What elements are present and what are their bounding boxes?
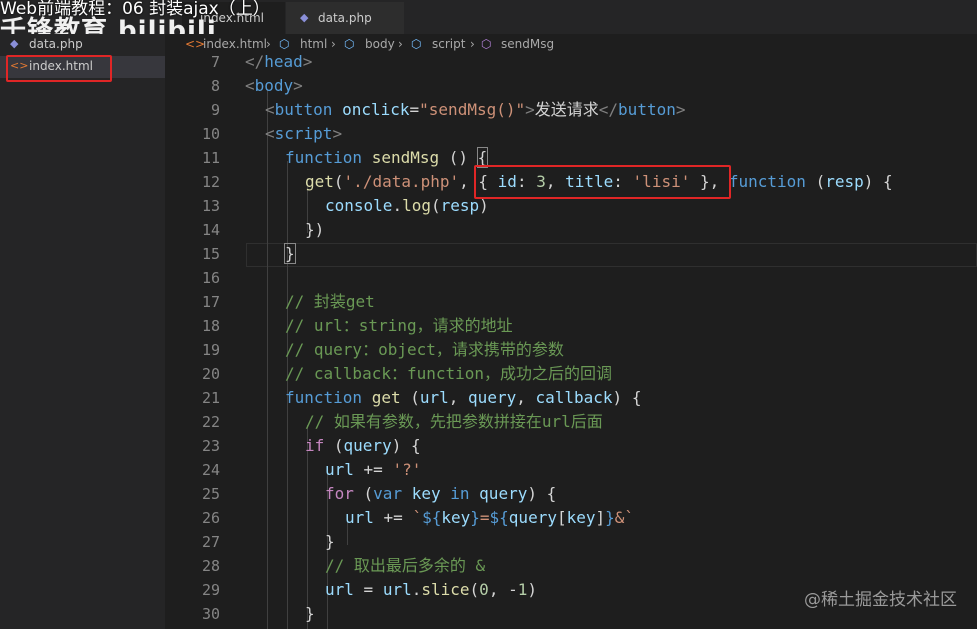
breadcrumb-item-sendmsg[interactable]: sendMsg bbox=[501, 37, 554, 51]
line-text: } bbox=[325, 532, 335, 551]
line-text: // 封装get bbox=[285, 292, 375, 311]
code-line: 24 url += '?' bbox=[165, 458, 977, 482]
line-number: 11 bbox=[201, 149, 220, 167]
line-number: 22 bbox=[201, 413, 220, 431]
line-text: url += '?' bbox=[325, 460, 422, 479]
code-line: 28 // 取出最后多余的 & bbox=[165, 554, 977, 578]
line-text: }) bbox=[305, 220, 325, 239]
line-number: 23 bbox=[201, 437, 220, 455]
line-number: 12 bbox=[201, 173, 220, 191]
line-number: 20 bbox=[201, 365, 220, 383]
code-line: 27 } bbox=[165, 530, 977, 554]
line-text: <button onclick="sendMsg()">发送请求</button… bbox=[265, 100, 686, 119]
code-line: 16 bbox=[165, 266, 977, 290]
chevron-right-icon: › bbox=[470, 37, 475, 51]
sidebar-item-label: data.php bbox=[29, 37, 83, 51]
line-number: 28 bbox=[201, 557, 220, 575]
line-text: // query：object，请求携带的参数 bbox=[285, 340, 564, 359]
line-number: 13 bbox=[201, 197, 220, 215]
line-text: <body> bbox=[245, 76, 303, 95]
code-line: 23 if (query) { bbox=[165, 434, 977, 458]
line-number: 16 bbox=[201, 269, 220, 287]
line-text: } bbox=[305, 604, 315, 623]
line-number: 24 bbox=[201, 461, 220, 479]
code-line: 18 // url：string，请求的地址 bbox=[165, 314, 977, 338]
code-line: 21 function get (url, query, callback) { bbox=[165, 386, 977, 410]
line-text: url = url.slice(0, -1) bbox=[325, 580, 537, 599]
code-line: 7 </head> bbox=[165, 50, 977, 74]
line-text: if (query) { bbox=[305, 436, 421, 455]
code-line: 14 }) bbox=[165, 218, 977, 242]
line-text: function sendMsg () { bbox=[285, 147, 489, 168]
line-number: 25 bbox=[201, 485, 220, 503]
line-text: } bbox=[284, 243, 296, 264]
code-line: 17 // 封装get bbox=[165, 290, 977, 314]
code-editor[interactable]: 7 </head> 8 <body> 9 <button onclick="se… bbox=[165, 52, 977, 629]
code-line: 22 // 如果有参数，先把参数拼接在url后面 bbox=[165, 410, 977, 434]
method-icon: ⬡ bbox=[481, 37, 492, 51]
line-text: url += `${key}=${query[key]}&` bbox=[345, 508, 635, 527]
breadcrumb-item-file[interactable]: index.html bbox=[203, 37, 267, 51]
chevron-right-icon: › bbox=[398, 37, 403, 51]
tab-data-php[interactable]: ◆ data.php bbox=[286, 2, 404, 34]
code-line: 8 <body> bbox=[165, 74, 977, 98]
line-text: <script> bbox=[265, 124, 343, 143]
title-bar: index.html ◆ data.php Web前端教程：06 封装ajax（… bbox=[0, 0, 977, 46]
tab-label: data.php bbox=[318, 11, 372, 25]
line-number: 14 bbox=[201, 221, 220, 239]
highlight-box-query bbox=[474, 165, 731, 199]
breadcrumb-item-script[interactable]: script bbox=[432, 37, 465, 51]
breadcrumb-item-html[interactable]: html bbox=[300, 37, 327, 51]
element-icon: ⬡ bbox=[344, 37, 355, 51]
code-line: 15 } bbox=[165, 242, 977, 266]
line-number: 30 bbox=[201, 605, 220, 623]
line-number: 21 bbox=[201, 389, 220, 407]
line-number: 19 bbox=[201, 341, 220, 359]
breadcrumb-item-body[interactable]: body bbox=[365, 37, 395, 51]
line-text: </head> bbox=[245, 52, 313, 71]
line-number: 15 bbox=[201, 245, 220, 263]
line-number: 29 bbox=[201, 581, 220, 599]
php-file-icon: ◆ bbox=[300, 11, 309, 24]
line-number: 18 bbox=[201, 317, 220, 335]
element-icon: ⬡ bbox=[411, 37, 422, 51]
line-text: for (var key in query) { bbox=[325, 484, 557, 503]
line-number: 17 bbox=[201, 293, 220, 311]
code-line: 25 for (var key in query) { bbox=[165, 482, 977, 506]
line-number: 8 bbox=[210, 77, 220, 95]
line-number: 9 bbox=[210, 101, 220, 119]
code-line: 9 <button onclick="sendMsg()">发送请求</butt… bbox=[165, 98, 977, 122]
line-number: 7 bbox=[210, 53, 220, 71]
line-number: 27 bbox=[201, 533, 220, 551]
file-explorer: ◆ data.php <> index.html bbox=[0, 34, 165, 629]
sidebar-item-data-php[interactable]: ◆ data.php bbox=[0, 34, 165, 56]
code-line: 19 // query：object，请求携带的参数 bbox=[165, 338, 977, 362]
highlight-box-file bbox=[6, 55, 112, 82]
line-text: // callback：function，成功之后的回调 bbox=[285, 364, 613, 383]
line-text: function get (url, query, callback) { bbox=[285, 388, 642, 407]
line-number: 26 bbox=[201, 509, 220, 527]
line-number: 10 bbox=[201, 125, 220, 143]
code-line: 10 <script> bbox=[165, 122, 977, 146]
line-text: console.log(resp) bbox=[325, 196, 489, 215]
line-text: // 如果有参数，先把参数拼接在url后面 bbox=[305, 412, 603, 431]
site-watermark: @稀土掘金技术社区 bbox=[804, 590, 957, 610]
element-icon: ⬡ bbox=[279, 37, 290, 51]
line-text: // 取出最后多余的 & bbox=[325, 556, 486, 575]
code-line: 20 // callback：function，成功之后的回调 bbox=[165, 362, 977, 386]
chevron-right-icon: › bbox=[266, 37, 271, 51]
php-file-icon: ◆ bbox=[10, 37, 19, 50]
line-text: // url：string，请求的地址 bbox=[285, 316, 513, 335]
code-line: 26 url += `${key}=${query[key]}&` bbox=[165, 506, 977, 530]
chevron-right-icon: › bbox=[331, 37, 336, 51]
